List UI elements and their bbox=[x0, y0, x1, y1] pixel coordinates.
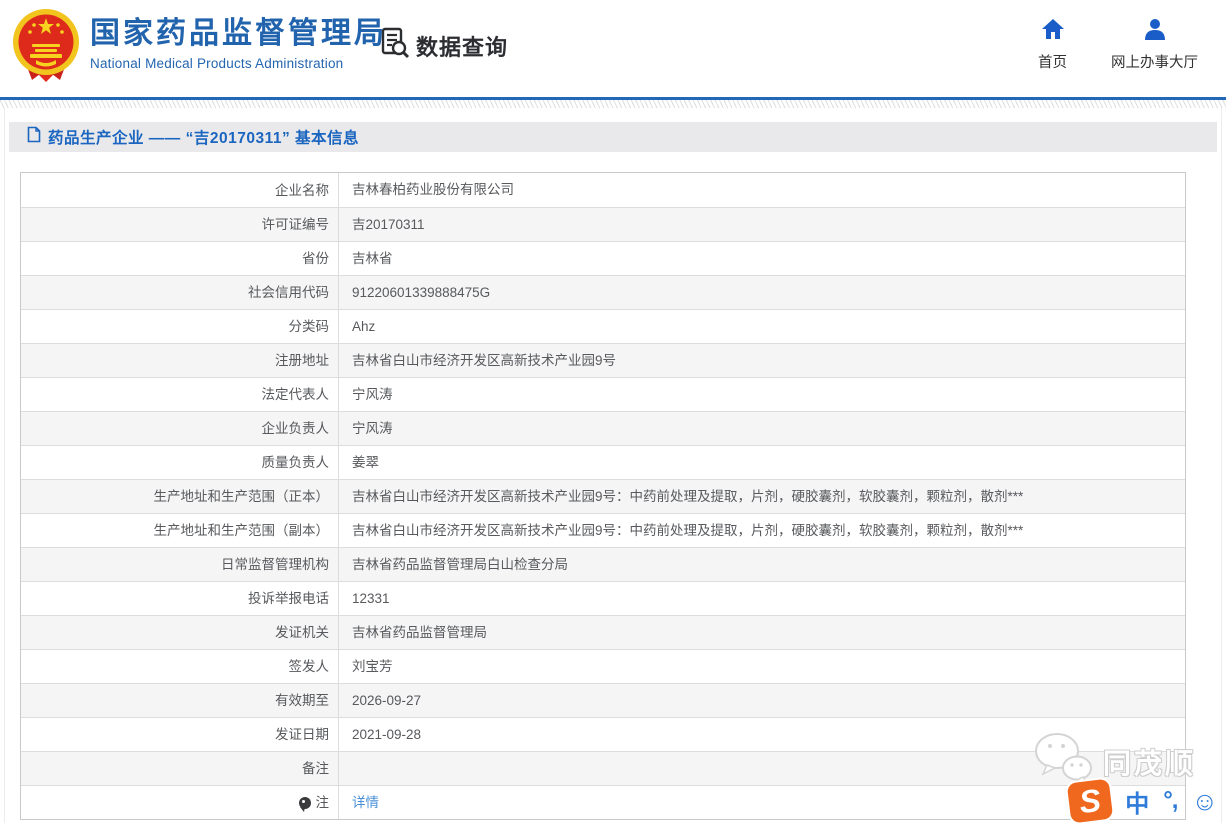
nav-item-label: 网上办事大厅 bbox=[1111, 51, 1198, 72]
table-row: 生产地址和生产范围（副本）吉林省白山市经济开发区高新技术产业园9号：中药前处理及… bbox=[21, 513, 1185, 547]
row-label: 签发人 bbox=[21, 650, 338, 683]
table-row: 生产地址和生产范围（正本）吉林省白山市经济开发区高新技术产业园9号：中药前处理及… bbox=[21, 479, 1185, 513]
table-row: 企业负责人宁风涛 bbox=[21, 411, 1185, 445]
row-value: 吉林春柏药业股份有限公司 bbox=[338, 173, 1185, 207]
row-value: 刘宝芳 bbox=[338, 650, 1185, 683]
row-value: 吉林省药品监督管理局白山检查分局 bbox=[338, 548, 1185, 581]
table-row: 省份吉林省 bbox=[21, 241, 1185, 275]
row-value: 吉林省药品监督管理局 bbox=[338, 616, 1185, 649]
site-brand: 国家药品监督管理局 National Medical Products Admi… bbox=[90, 16, 387, 71]
row-value: 吉林省白山市经济开发区高新技术产业园9号：中药前处理及提取，片剂，硬胶囊剂，软胶… bbox=[338, 480, 1185, 513]
row-label: 发证日期 bbox=[21, 718, 338, 751]
table-row: 备注 bbox=[21, 751, 1185, 785]
row-value: 吉林省白山市经济开发区高新技术产业园9号：中药前处理及提取，片剂，硬胶囊剂，软胶… bbox=[338, 514, 1185, 547]
row-label: 省份 bbox=[21, 242, 338, 275]
balloon-icon bbox=[299, 797, 311, 809]
person-icon bbox=[1143, 18, 1167, 45]
row-value: Ahz bbox=[338, 310, 1185, 343]
row-label: 许可证编号 bbox=[21, 208, 338, 241]
row-label: 发证机关 bbox=[21, 616, 338, 649]
ime-punctuation-toggle[interactable]: °, bbox=[1163, 787, 1177, 815]
row-value: 2026-09-27 bbox=[338, 684, 1185, 717]
nav-item-service-hall[interactable]: 网上办事大厅 bbox=[1111, 18, 1198, 72]
document-search-icon bbox=[380, 27, 410, 64]
table-row: 日常监督管理机构吉林省药品监督管理局白山检查分局 bbox=[21, 547, 1185, 581]
ime-status-bar: S 中 °, ☺ bbox=[1069, 781, 1218, 821]
table-row: 社会信用代码91220601339888475G bbox=[21, 275, 1185, 309]
data-query-label: 数据查询 bbox=[416, 30, 508, 62]
page-icon bbox=[27, 126, 41, 148]
row-value: 12331 bbox=[338, 582, 1185, 615]
nav-item-label: 首页 bbox=[1038, 51, 1067, 72]
row-label: 分类码 bbox=[21, 310, 338, 343]
table-row: 签发人刘宝芳 bbox=[21, 649, 1185, 683]
row-value: 吉20170311 bbox=[338, 208, 1185, 241]
row-label: 投诉举报电话 bbox=[21, 582, 338, 615]
hatch-stripe-band bbox=[0, 100, 1226, 108]
row-label: 质量负责人 bbox=[21, 446, 338, 479]
site-title-en: National Medical Products Administration bbox=[90, 56, 387, 71]
page: 国家药品监督管理局 National Medical Products Admi… bbox=[0, 0, 1226, 823]
table-row: 注详情 bbox=[21, 785, 1185, 819]
page-heading-bar: 药品生产企业 —— “吉20170311” 基本信息 bbox=[9, 122, 1217, 152]
table-row: 企业名称吉林春柏药业股份有限公司 bbox=[21, 173, 1185, 207]
row-value: 吉林省白山市经济开发区高新技术产业园9号 bbox=[338, 344, 1185, 377]
info-table: 企业名称吉林春柏药业股份有限公司许可证编号吉20170311省份吉林省社会信用代… bbox=[20, 172, 1186, 820]
row-label: 法定代表人 bbox=[21, 378, 338, 411]
table-row: 注册地址吉林省白山市经济开发区高新技术产业园9号 bbox=[21, 343, 1185, 377]
row-label: 日常监督管理机构 bbox=[21, 548, 338, 581]
row-label: 生产地址和生产范围（正本） bbox=[21, 480, 338, 513]
national-emblem-logo bbox=[12, 8, 80, 84]
content-panel: 药品生产企业 —— “吉20170311” 基本信息 企业名称吉林春柏药业股份有… bbox=[4, 108, 1222, 823]
row-label: 有效期至 bbox=[21, 684, 338, 717]
home-icon bbox=[1041, 18, 1065, 45]
table-row: 质量负责人姜翠 bbox=[21, 445, 1185, 479]
row-value: 姜翠 bbox=[338, 446, 1185, 479]
site-header: 国家药品监督管理局 National Medical Products Admi… bbox=[0, 0, 1226, 97]
row-value: 91220601339888475G bbox=[338, 276, 1185, 309]
table-row: 分类码Ahz bbox=[21, 309, 1185, 343]
top-nav: 首页 网上办事大厅 bbox=[1038, 18, 1198, 72]
row-label: 备注 bbox=[21, 752, 338, 785]
table-row: 投诉举报电话12331 bbox=[21, 581, 1185, 615]
row-value: 2021-09-28 bbox=[338, 718, 1185, 751]
table-row: 发证机关吉林省药品监督管理局 bbox=[21, 615, 1185, 649]
row-label: 企业名称 bbox=[21, 173, 338, 207]
row-label: 注 bbox=[21, 786, 338, 819]
table-row: 法定代表人宁风涛 bbox=[21, 377, 1185, 411]
ime-emoji-icon[interactable]: ☺ bbox=[1191, 788, 1218, 814]
table-row: 许可证编号吉20170311 bbox=[21, 207, 1185, 241]
page-title: 药品生产企业 —— “吉20170311” 基本信息 bbox=[48, 126, 359, 148]
row-value: 宁风涛 bbox=[338, 378, 1185, 411]
row-label: 社会信用代码 bbox=[21, 276, 338, 309]
site-title-cn: 国家药品监督管理局 bbox=[90, 16, 387, 52]
sogou-ime-icon[interactable]: S bbox=[1067, 779, 1114, 823]
row-label: 注册地址 bbox=[21, 344, 338, 377]
table-row: 有效期至2026-09-27 bbox=[21, 683, 1185, 717]
row-value: 详情 bbox=[338, 786, 1185, 819]
table-row: 发证日期2021-09-28 bbox=[21, 717, 1185, 751]
row-label: 企业负责人 bbox=[21, 412, 338, 445]
nav-item-home[interactable]: 首页 bbox=[1038, 18, 1067, 72]
ime-language-toggle[interactable]: 中 bbox=[1125, 784, 1149, 819]
row-value bbox=[338, 752, 1185, 785]
row-value: 吉林省 bbox=[338, 242, 1185, 275]
row-value: 宁风涛 bbox=[338, 412, 1185, 445]
row-label: 生产地址和生产范围（副本） bbox=[21, 514, 338, 547]
detail-link[interactable]: 详情 bbox=[352, 795, 379, 810]
data-query-header: 数据查询 bbox=[380, 27, 508, 64]
